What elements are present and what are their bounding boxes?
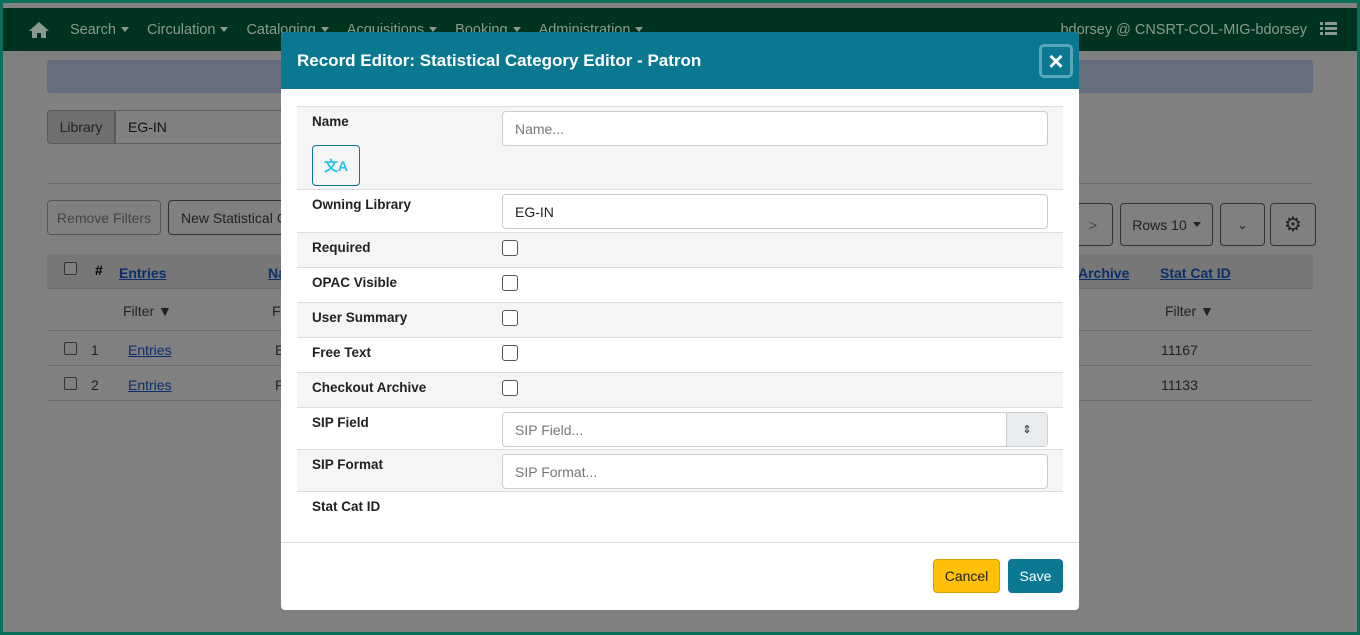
- user-summary-label: User Summary: [312, 310, 408, 325]
- user-summary-checkbox[interactable]: [502, 310, 518, 326]
- field-owning-library: Owning Library EG-IN: [297, 189, 1063, 232]
- field-sip-field: SIP Field SIP Field... ⇕: [297, 407, 1063, 449]
- caret-down-icon: [220, 27, 229, 32]
- close-button[interactable]: ×: [1039, 44, 1073, 78]
- filter-entries[interactable]: Filter ▼: [123, 303, 172, 319]
- translate-icon: 文A: [323, 157, 349, 174]
- row-checkbox[interactable]: [64, 342, 77, 355]
- close-icon: ×: [1048, 46, 1064, 76]
- column-number: #: [95, 262, 103, 278]
- field-stat-cat-id: Stat Cat ID: [297, 491, 1063, 525]
- nav-circulation[interactable]: Circulation: [147, 22, 229, 38]
- free-text-label: Free Text: [312, 345, 372, 360]
- row-number: 1: [91, 342, 99, 358]
- row-stat-cat-id: 11133: [1161, 377, 1198, 393]
- field-name: Name Name... 文A: [297, 106, 1063, 189]
- filter-icon: ▼: [1200, 303, 1214, 319]
- next-page-button[interactable]: >: [1073, 203, 1113, 246]
- row-checkbox[interactable]: [64, 377, 77, 390]
- field-required: Required: [297, 232, 1063, 267]
- name-label: Name: [312, 114, 349, 129]
- column-checkout-archive[interactable]: Archive: [1078, 265, 1129, 281]
- row-number: 2: [91, 377, 99, 393]
- opac-visible-checkbox[interactable]: [502, 275, 518, 291]
- modal-footer: [281, 542, 1079, 543]
- column-entries[interactable]: Entries: [119, 265, 166, 281]
- field-user-summary: User Summary: [297, 302, 1063, 337]
- nav-search[interactable]: Search: [70, 22, 129, 38]
- required-label: Required: [312, 240, 371, 255]
- user-menu[interactable]: bdorsey @ CNSRT-COL-MIG-bdorsey: [1060, 22, 1307, 38]
- stat-cat-id-label: Stat Cat ID: [312, 499, 381, 514]
- modal-title: Record Editor: Statistical Category Edit…: [297, 50, 702, 70]
- save-button[interactable]: Save: [1008, 559, 1063, 593]
- opac-visible-label: OPAC Visible: [312, 275, 398, 290]
- home-icon[interactable]: [28, 21, 50, 39]
- row-stat-cat-id: 11167: [1161, 342, 1198, 358]
- caret-down-icon: [1192, 222, 1201, 227]
- filter-label: Filter: [1165, 303, 1197, 319]
- column-stat-cat-id[interactable]: Stat Cat ID: [1160, 265, 1231, 281]
- name-input[interactable]: Name...: [502, 111, 1048, 146]
- caret-down-icon: [120, 27, 129, 32]
- entries-link[interactable]: Entries: [128, 342, 172, 358]
- sip-field-select[interactable]: SIP Field... ⇕: [502, 412, 1048, 447]
- nav-label: Circulation: [146, 21, 216, 38]
- owning-library-label: Owning Library: [312, 197, 412, 212]
- required-checkbox[interactable]: [502, 240, 518, 256]
- filter-label: Filter: [123, 303, 155, 319]
- sort-updown-icon[interactable]: ⇕: [1006, 413, 1047, 446]
- translate-button[interactable]: 文A: [312, 145, 360, 186]
- rows-per-page-dropdown[interactable]: Rows 10: [1120, 203, 1213, 246]
- settings-button[interactable]: ⚙: [1270, 203, 1316, 246]
- modal-header: Record Editor: Statistical Category Edit…: [281, 32, 1079, 89]
- filter-stat-cat-id[interactable]: Filter ▼: [1165, 303, 1214, 319]
- sip-field-label: SIP Field: [312, 415, 369, 430]
- remove-filters-button[interactable]: Remove Filters: [47, 200, 161, 235]
- select-all-checkbox[interactable]: [64, 262, 77, 275]
- list-menu-icon[interactable]: [1320, 22, 1337, 35]
- field-free-text: Free Text: [297, 337, 1063, 372]
- owning-library-input[interactable]: EG-IN: [502, 194, 1048, 229]
- expand-button[interactable]: ⌄: [1220, 203, 1265, 246]
- field-opac-visible: OPAC Visible: [297, 267, 1063, 302]
- library-label: Library: [47, 110, 115, 144]
- filter-name[interactable]: F: [272, 303, 281, 319]
- free-text-checkbox[interactable]: [502, 345, 518, 361]
- sip-format-label: SIP Format: [312, 457, 384, 472]
- rows-label: Rows 10: [1132, 216, 1187, 233]
- nav-label: Search: [70, 21, 116, 38]
- field-sip-format: SIP Format SIP Format...: [297, 449, 1063, 491]
- checkout-archive-checkbox[interactable]: [502, 380, 518, 396]
- sip-field-placeholder: SIP Field...: [515, 421, 584, 438]
- gear-icon: ⚙: [1284, 214, 1302, 236]
- checkout-archive-label: Checkout Archive: [312, 380, 427, 395]
- cancel-button[interactable]: Cancel: [933, 559, 1000, 593]
- chevron-down-icon: ⌄: [1237, 217, 1248, 232]
- field-checkout-archive: Checkout Archive: [297, 372, 1063, 407]
- entries-link[interactable]: Entries: [128, 377, 172, 393]
- sip-format-input[interactable]: SIP Format...: [502, 454, 1048, 489]
- filter-icon: ▼: [158, 303, 172, 319]
- record-editor-modal: Record Editor: Statistical Category Edit…: [281, 32, 1079, 610]
